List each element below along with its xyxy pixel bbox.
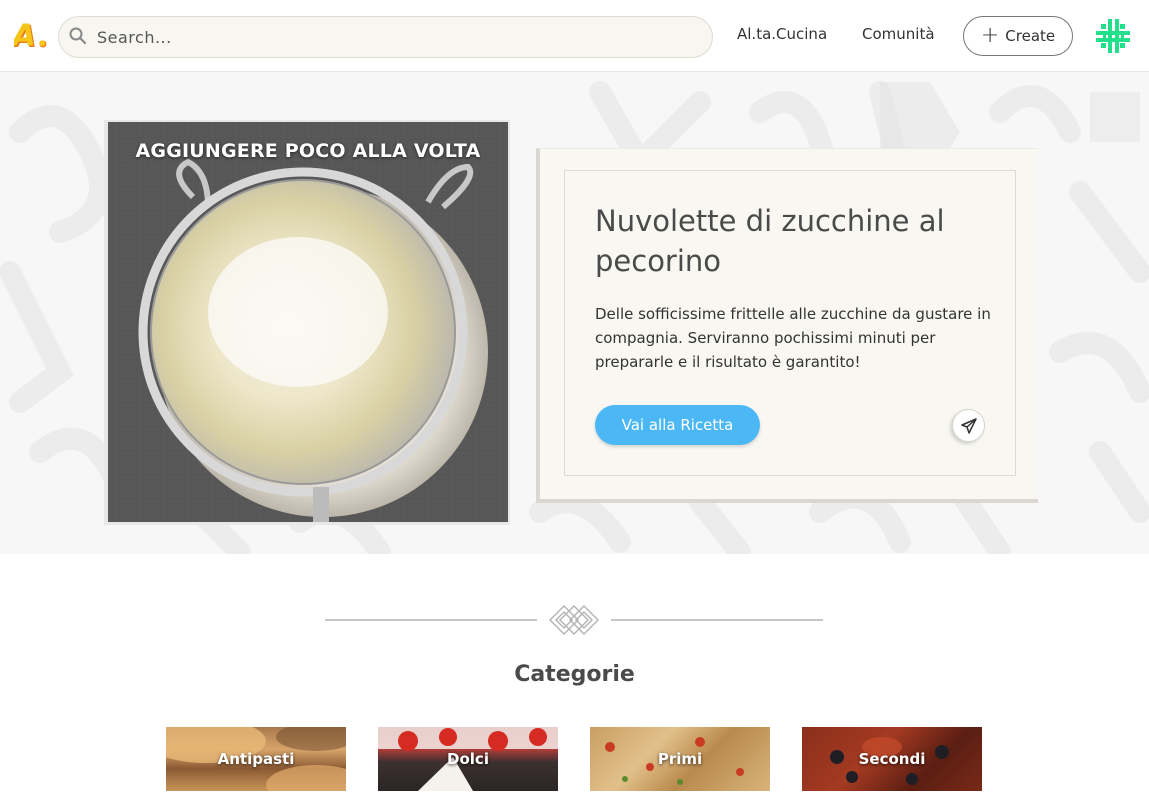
- create-button[interactable]: + Create: [963, 16, 1073, 56]
- featured-recipe-card-inner: Nuvolette di zucchine al pecorino Delle …: [564, 170, 1016, 476]
- divider-line-right: [611, 619, 823, 621]
- category-label: Primi: [657, 750, 703, 768]
- search-input[interactable]: [97, 17, 697, 57]
- plus-icon: +: [980, 23, 1000, 48]
- go-to-recipe-button[interactable]: Vai alla Ricetta: [595, 405, 760, 445]
- search-icon: [69, 27, 87, 45]
- sieve-illustration: [108, 122, 508, 522]
- categories-title: Categorie: [514, 662, 635, 687]
- recipe-image[interactable]: AGGIUNGERE POCO ALLA VOLTA: [108, 122, 508, 522]
- recipe-image-frame[interactable]: AGGIUNGERE POCO ALLA VOLTA: [104, 120, 510, 525]
- category-label: Antipasti: [217, 750, 295, 768]
- recipe-description: Delle sofficissime frittelle alle zucchi…: [595, 305, 991, 371]
- image-caption: AGGIUNGERE POCO ALLA VOLTA: [135, 140, 481, 162]
- nav-link-comunita[interactable]: Comunità: [862, 25, 935, 43]
- logo[interactable]: A A: [14, 18, 50, 52]
- top-navbar: A A Al.ta.Cucina Comunità + Create: [0, 0, 1149, 72]
- category-label: Dolci: [447, 750, 489, 768]
- search-bar[interactable]: [58, 16, 713, 58]
- recipe-title[interactable]: Nuvolette di zucchine al pecorino: [595, 201, 995, 281]
- category-card-primi[interactable]: Primi: [590, 727, 770, 791]
- category-card-secondi[interactable]: Secondi: [802, 727, 982, 791]
- svg-text:A: A: [14, 19, 36, 53]
- avatar[interactable]: [1094, 17, 1132, 55]
- diamond-ornament-icon: [548, 604, 600, 636]
- go-to-recipe-label: Vai alla Ricetta: [621, 416, 734, 434]
- share-button[interactable]: [952, 409, 985, 442]
- category-label: Secondi: [858, 750, 926, 768]
- category-card-dolci[interactable]: Dolci: [378, 727, 558, 791]
- hero-section: AGGIUNGERE POCO ALLA VOLTA Nuvolette di …: [0, 72, 1149, 554]
- paper-plane-icon: [960, 417, 977, 434]
- divider-line-left: [325, 619, 537, 621]
- nav-link-altacucina[interactable]: Al.ta.Cucina: [737, 25, 827, 43]
- category-card-antipasti[interactable]: Antipasti: [166, 727, 346, 791]
- create-label: Create: [1005, 27, 1056, 45]
- featured-recipe-card: Nuvolette di zucchine al pecorino Delle …: [536, 148, 1038, 503]
